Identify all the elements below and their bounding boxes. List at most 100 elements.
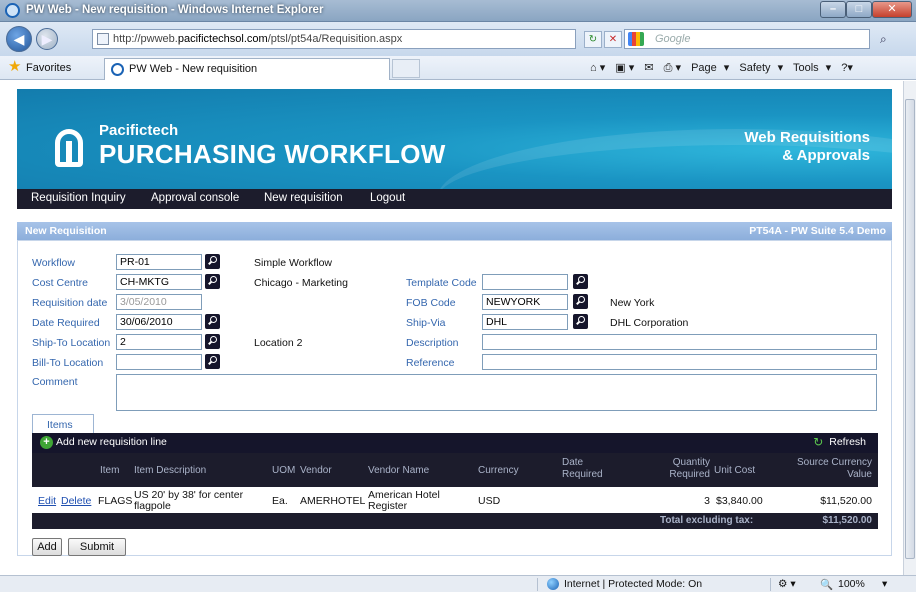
home-icon[interactable]: ⌂ ▾ — [590, 62, 605, 74]
tools-menu[interactable]: Tools — [793, 62, 819, 74]
address-bar[interactable]: http://pwweb.pacifictechsol.com/ptsl/pt5… — [92, 29, 576, 49]
col-quantity-1: Quantity — [672, 457, 710, 468]
fob-code-input[interactable]: NEWYORK — [482, 294, 568, 310]
add-button[interactable]: Add — [32, 538, 62, 556]
ship-via-input[interactable]: DHL — [482, 314, 568, 330]
lookup-icon[interactable] — [573, 314, 588, 329]
maximize-button[interactable]: □ — [846, 1, 872, 18]
table-row: Edit Delete FLAGS US 20' by 38' for cent… — [32, 487, 878, 513]
feeds-icon[interactable]: ▣ ▾ — [615, 62, 634, 74]
delete-link[interactable]: Delete — [61, 495, 91, 507]
col-source-value-1: Source Currency — [796, 457, 872, 468]
row-uom: Ea. — [272, 495, 288, 507]
comment-textarea[interactable] — [116, 374, 877, 411]
reference-label: Reference — [406, 357, 455, 369]
submit-button[interactable]: Submit — [68, 538, 126, 556]
col-date-required-1: Date — [562, 457, 584, 468]
lookup-icon[interactable] — [573, 274, 588, 289]
workflow-input[interactable]: PR-01 — [116, 254, 202, 270]
workflow-description: Simple Workflow — [254, 257, 332, 269]
ship-via-description: DHL Corporation — [610, 317, 689, 329]
row-unit-cost: $3,840.00 — [716, 495, 763, 507]
banner: Pacifictech PURCHASING WORKFLOW Web Requ… — [17, 89, 892, 189]
cost-centre-description: Chicago - Marketing — [254, 277, 348, 289]
comment-label: Comment — [32, 376, 78, 388]
page-icon — [97, 33, 109, 45]
zoom-level[interactable]: 100% — [838, 578, 865, 590]
workflow-label: Workflow — [32, 257, 75, 269]
description-input[interactable] — [482, 334, 877, 350]
template-code-input[interactable] — [482, 274, 568, 290]
forward-button[interactable]: ▶ — [36, 28, 58, 50]
new-tab-button[interactable] — [392, 59, 420, 78]
edit-link[interactable]: Edit — [38, 495, 56, 507]
product-name: PURCHASING WORKFLOW — [99, 139, 446, 169]
vertical-scrollbar[interactable] — [903, 81, 916, 575]
lookup-icon[interactable] — [205, 354, 220, 369]
menu-requisition-inquiry[interactable]: Requisition Inquiry — [31, 192, 126, 204]
pacifictech-logo-icon — [55, 129, 83, 167]
refresh-icon: ↻ — [813, 435, 824, 449]
help-icon[interactable]: ?▾ — [841, 62, 853, 74]
reference-input[interactable] — [482, 354, 877, 370]
ship-to-input[interactable]: 2 — [116, 334, 202, 350]
calendar-lookup-icon[interactable] — [205, 314, 220, 329]
requisition-date-label: Requisition date — [32, 297, 108, 309]
col-vendor: Vendor — [300, 465, 332, 476]
date-required-input[interactable]: 30/06/2010 — [116, 314, 202, 330]
lookup-icon[interactable] — [205, 334, 220, 349]
template-code-label: Template Code — [406, 277, 477, 289]
search-icon[interactable]: ⌕ — [880, 32, 887, 47]
google-icon — [628, 32, 644, 46]
ship-via-label: Ship-Via — [406, 317, 446, 329]
scrollbar-thumb[interactable] — [905, 99, 915, 559]
favorites-bar: ★ Favorites PW Web - New requisition ⌂ ▾ … — [0, 56, 916, 80]
mail-icon[interactable]: ✉ — [644, 62, 653, 74]
row-item: FLAGS — [98, 495, 133, 507]
close-button[interactable]: ✕ — [872, 1, 912, 18]
col-currency: Currency — [478, 465, 519, 476]
tab-items[interactable]: Items — [32, 414, 94, 433]
grid-footer: Total excluding tax: $11,520.00 — [32, 513, 878, 529]
minimize-button[interactable]: – — [820, 1, 846, 18]
menu-new-requisition[interactable]: New requisition — [264, 192, 343, 204]
section-header: New Requisition PT54A - PW Suite 5.4 Dem… — [17, 222, 892, 240]
lookup-icon[interactable] — [205, 254, 220, 269]
col-date-required-2: Required — [562, 469, 603, 480]
security-zone-text: Internet | Protected Mode: On — [564, 578, 703, 590]
safety-menu[interactable]: Safety — [739, 62, 770, 74]
grid-header: Item Item Description UOM Vendor Vendor … — [32, 453, 878, 487]
brand-name: Pacifictech — [99, 122, 179, 139]
browser-tab[interactable]: PW Web - New requisition — [104, 58, 390, 80]
search-input[interactable]: Google — [624, 29, 870, 49]
menu-logout[interactable]: Logout — [370, 192, 405, 204]
add-line-button[interactable]: + Add new requisition line — [40, 436, 167, 449]
col-vendor-name: Vendor Name — [368, 465, 430, 476]
print-icon[interactable]: ⎙ ▾ — [664, 62, 681, 74]
ie-icon — [111, 63, 124, 76]
zoom-dropdown-icon[interactable]: ▾ — [882, 578, 887, 590]
protected-mode-icon[interactable]: ⚙ ▾ — [778, 578, 796, 590]
grid-refresh-button[interactable]: ↻ Refresh — [813, 436, 866, 448]
status-bar: Internet | Protected Mode: On ⚙ ▾ 🔍 100%… — [0, 575, 916, 592]
favorites-button[interactable]: ★ Favorites — [8, 59, 71, 76]
page-viewport: Pacifictech PURCHASING WORKFLOW Web Requ… — [0, 81, 903, 575]
col-unit-cost: Unit Cost — [714, 465, 756, 476]
lookup-icon[interactable] — [573, 294, 588, 309]
refresh-page-button[interactable]: ↻ — [584, 31, 602, 48]
stop-button[interactable]: ✕ — [604, 31, 622, 48]
lookup-icon[interactable] — [205, 274, 220, 289]
page-menu[interactable]: Page — [691, 62, 717, 74]
row-currency: USD — [478, 495, 501, 507]
bill-to-input[interactable] — [116, 354, 202, 370]
menu-approval-console[interactable]: Approval console — [151, 192, 239, 204]
window-title: PW Web - New requisition - Windows Inter… — [26, 4, 324, 16]
requisition-date-input: 3/05/2010 — [116, 294, 202, 310]
zoom-icon[interactable]: 🔍 — [820, 578, 833, 591]
cost-centre-input[interactable]: CH-MKTG — [116, 274, 202, 290]
back-button[interactable]: ◀ — [6, 26, 32, 52]
row-value: $11,520.00 — [820, 495, 872, 507]
row-description-2: flagpole — [134, 500, 171, 512]
total-label: Total excluding tax: — [660, 515, 754, 526]
tagline-line-2: & Approvals — [782, 147, 870, 164]
